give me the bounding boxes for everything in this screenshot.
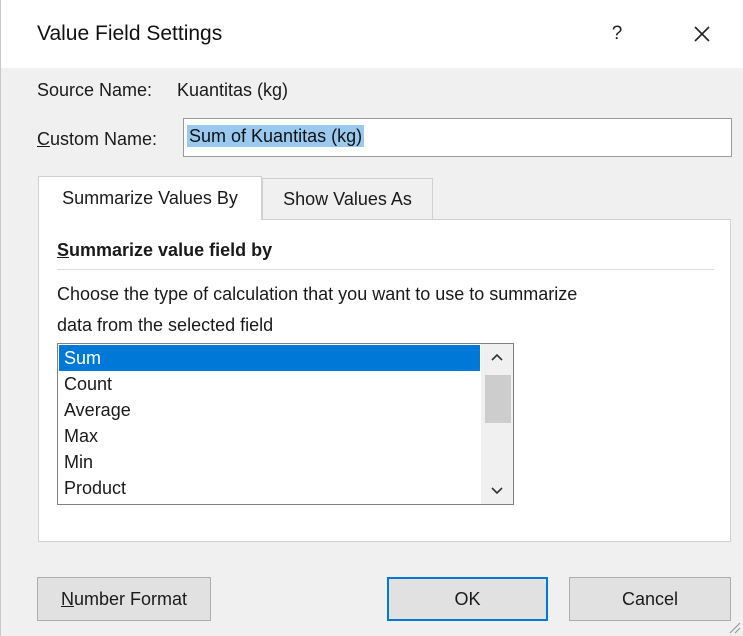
source-name-value: Kuantitas (kg) xyxy=(177,80,289,100)
list-item[interactable]: Average xyxy=(59,397,480,423)
custom-name-label: Custom Name: xyxy=(37,129,157,150)
list-item[interactable]: Min xyxy=(59,449,480,475)
tab-summarize-values-by[interactable]: Summarize Values By xyxy=(38,176,262,220)
dialog-title: Value Field Settings xyxy=(37,22,223,45)
number-format-label-rest: umber Format xyxy=(73,588,188,609)
list-item[interactable]: Count xyxy=(59,371,480,397)
scroll-thumb[interactable] xyxy=(485,375,511,423)
ok-button[interactable]: OK xyxy=(387,577,548,621)
list-item[interactable]: Max xyxy=(59,423,480,449)
number-format-accesskey: N xyxy=(60,588,74,609)
description-line-2: data from the selected field xyxy=(57,315,274,335)
description-line-1: Choose the type of calculation that you … xyxy=(57,284,578,304)
custom-name-accesskey: C xyxy=(37,129,50,149)
source-name-label: Source Name: xyxy=(37,80,153,100)
section-heading: Summarize value field by xyxy=(57,240,272,261)
custom-name-label-rest: ustom Name: xyxy=(50,129,158,149)
listbox-scrollbar[interactable] xyxy=(481,344,513,504)
list-item[interactable]: Product xyxy=(59,475,480,501)
scroll-down-button[interactable] xyxy=(481,478,513,504)
section-heading-rest: ummarize value field by xyxy=(69,240,273,260)
scroll-up-button[interactable] xyxy=(481,344,513,370)
section-divider xyxy=(57,269,714,270)
help-button[interactable]: ? xyxy=(597,12,637,56)
calculation-listbox[interactable]: Sum Count Average Max Min Product xyxy=(57,343,514,505)
custom-name-value: Sum of Kuantitas (kg) xyxy=(187,125,365,147)
close-icon xyxy=(694,26,710,42)
tab-panel: Summarize value field by Choose the type… xyxy=(38,219,731,542)
custom-name-input[interactable]: Sum of Kuantitas (kg) xyxy=(183,118,732,157)
tab-show-values-as[interactable]: Show Values As xyxy=(262,178,433,220)
value-field-settings-dialog: Value Field Settings ? Source Name: Kuan… xyxy=(0,0,743,636)
title-bar: Value Field Settings ? xyxy=(1,0,743,68)
section-heading-accesskey: S xyxy=(57,240,70,260)
cancel-button[interactable]: Cancel xyxy=(569,577,731,621)
chevron-down-icon xyxy=(491,487,503,495)
close-button[interactable] xyxy=(677,12,727,56)
number-format-button[interactable]: Number Format xyxy=(37,577,211,621)
resize-grip-icon[interactable] xyxy=(727,620,741,634)
list-item[interactable]: Sum xyxy=(59,345,480,371)
chevron-up-icon xyxy=(491,353,503,361)
